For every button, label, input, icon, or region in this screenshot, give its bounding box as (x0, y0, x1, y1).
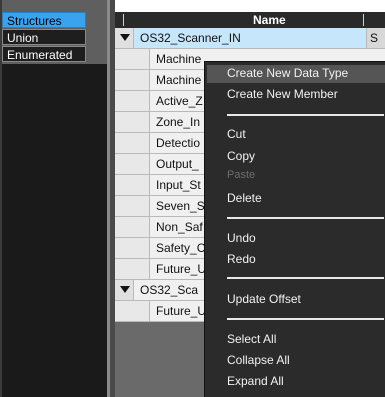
menu-item-delete[interactable]: Delete (227, 191, 262, 205)
type-list-background (2, 64, 107, 397)
menu-item-collapse-all[interactable]: Collapse All (227, 353, 290, 367)
row-right-cell: S (366, 28, 385, 48)
context-menu: Create New Data Type Create New Member C… (204, 61, 385, 397)
row-name: Safety_C (156, 241, 206, 255)
menu-item-select-all[interactable]: Select All (227, 332, 276, 346)
grid-header: Name (115, 12, 385, 28)
row-name: Machine (156, 73, 202, 87)
row-gutter (115, 259, 134, 279)
menu-separator (227, 277, 384, 279)
row-name: Active_Z (156, 94, 203, 108)
row-gutter (115, 154, 134, 174)
menu-item-cut[interactable]: Cut (227, 127, 246, 141)
row-indent (133, 196, 150, 216)
row-indent (133, 70, 150, 90)
row-indent (133, 175, 150, 195)
type-list-panel: Structures Union Enumerated (0, 0, 115, 397)
row-indent (133, 301, 150, 321)
row-name: Future_U (156, 304, 207, 318)
menu-item-undo[interactable]: Undo (227, 231, 256, 245)
menu-separator (227, 318, 384, 320)
type-structures-item[interactable]: Structures (2, 12, 86, 28)
row-name: Seven_S (156, 199, 205, 213)
table-row[interactable]: OS32_Scanner_IN S (115, 28, 385, 49)
column-separator[interactable] (123, 14, 124, 26)
type-union-item[interactable]: Union (2, 29, 86, 45)
row-indent (133, 49, 150, 69)
row-name: Non_Saf (156, 220, 203, 234)
row-gutter (115, 175, 134, 195)
row-indent (133, 91, 150, 111)
row-indent (133, 259, 150, 279)
row-indent (133, 133, 150, 153)
menu-item-update-offset[interactable]: Update Offset (227, 292, 301, 306)
row-gutter (115, 196, 134, 216)
row-indent (133, 217, 150, 237)
column-header-name[interactable]: Name (253, 13, 286, 27)
row-gutter (115, 217, 134, 237)
row-name: Input_St (156, 178, 201, 192)
row-indent (133, 238, 150, 258)
menu-item-paste: Paste (227, 169, 256, 181)
menu-item-create-new-data-type[interactable]: Create New Data Type (227, 66, 348, 80)
row-name: Detectio (156, 136, 201, 150)
row-indent (133, 112, 150, 132)
menu-item-create-new-member[interactable]: Create New Member (227, 87, 338, 101)
menu-item-expand-all[interactable]: Expand All (227, 374, 284, 388)
type-enumerated-item[interactable]: Enumerated (2, 46, 86, 62)
row-name: Machine (156, 52, 202, 66)
row-gutter (115, 112, 134, 132)
menu-item-redo[interactable]: Redo (227, 252, 256, 266)
row-gutter (115, 70, 134, 90)
row-name: Future_U (156, 262, 207, 276)
row-name: Zone_In (156, 115, 201, 129)
row-gutter (115, 91, 134, 111)
menu-separator (227, 217, 384, 219)
row-gutter (115, 28, 134, 48)
row-indent (133, 154, 150, 174)
row-gutter (115, 133, 134, 153)
row-gutter (115, 301, 134, 321)
row-name: OS32_Scanner_IN (140, 31, 241, 45)
menu-separator (227, 114, 384, 116)
expand-triangle-icon[interactable] (120, 34, 130, 41)
row-gutter (115, 49, 134, 69)
row-gutter (115, 238, 134, 258)
row-name: Output_ (156, 157, 199, 171)
row-name: OS32_Sca (140, 283, 199, 297)
menu-item-copy[interactable]: Copy (227, 149, 255, 163)
expand-triangle-icon[interactable] (120, 286, 130, 293)
row-gutter (115, 280, 134, 300)
column-separator[interactable] (363, 14, 364, 26)
